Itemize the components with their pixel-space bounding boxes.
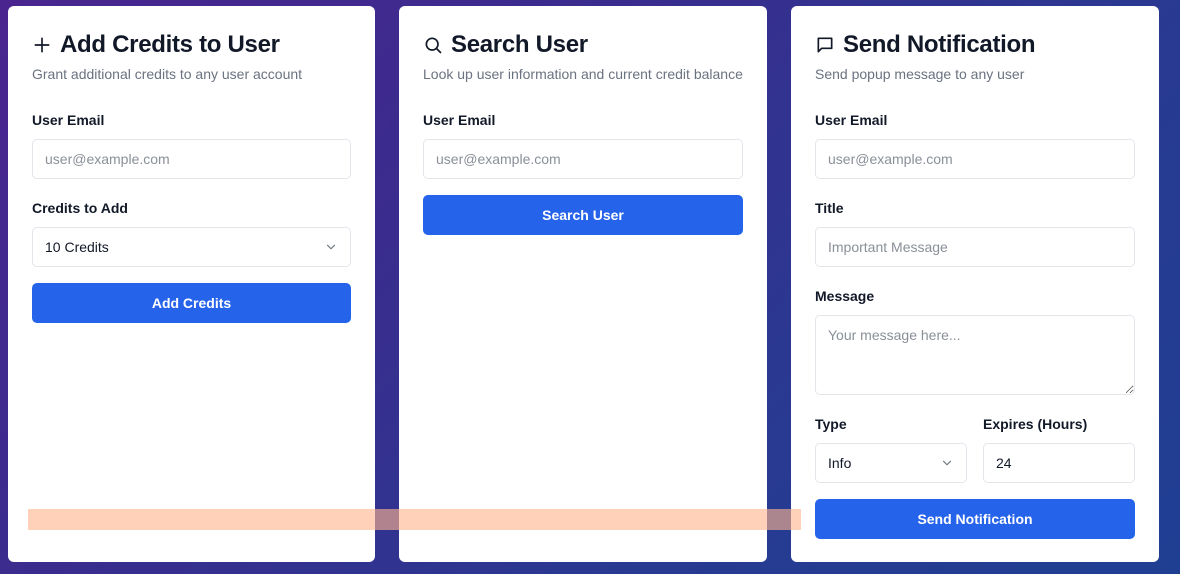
notification-message-textarea[interactable]: [815, 315, 1135, 395]
expires-hours-input[interactable]: [983, 443, 1135, 483]
send-notification-button[interactable]: Send Notification: [815, 499, 1135, 539]
chevron-down-icon: [942, 460, 952, 466]
search-user-email-input[interactable]: [423, 139, 743, 179]
message-square-icon: [817, 37, 833, 53]
search-user-description: Look up user information and current cre…: [423, 66, 743, 82]
expires-hours-label: Expires (Hours): [983, 416, 1088, 432]
notification-type-label: Type: [815, 416, 847, 432]
add-credits-email-label: User Email: [32, 112, 105, 128]
send-notification-title: Send Notification: [843, 31, 1036, 58]
credits-select-value: 10 Credits: [45, 239, 109, 255]
search-user-card: Search User Look up user information and…: [399, 6, 767, 562]
expires-column: Expires (Hours): [983, 416, 1135, 483]
credits-select[interactable]: 10 Credits: [32, 227, 351, 267]
search-user-header: Search User: [423, 31, 743, 58]
type-column: Type Info: [815, 416, 967, 483]
search-user-email-label: User Email: [423, 112, 496, 128]
notification-message-label: Message: [815, 288, 875, 304]
search-icon: [425, 37, 442, 54]
add-credits-header: Add Credits to User: [32, 31, 351, 58]
send-notification-card: Send Notification Send popup message to …: [791, 6, 1159, 562]
add-credits-description: Grant additional credits to any user acc…: [32, 66, 303, 82]
add-credits-card: Add Credits to User Grant additional cre…: [8, 6, 375, 562]
notification-type-select[interactable]: Info: [815, 443, 967, 483]
add-credits-button[interactable]: Add Credits: [32, 283, 351, 323]
type-expires-row: Type Info Expires (Hours): [815, 416, 1135, 483]
plus-icon: [34, 37, 50, 53]
credits-to-add-label: Credits to Add: [32, 200, 128, 216]
notification-title-input[interactable]: [815, 227, 1135, 267]
search-user-button[interactable]: Search User: [423, 195, 743, 235]
send-notification-header: Send Notification: [815, 31, 1135, 58]
add-credits-title: Add Credits to User: [60, 31, 280, 58]
notification-email-label: User Email: [815, 112, 888, 128]
search-user-title: Search User: [451, 31, 588, 58]
notification-email-input[interactable]: [815, 139, 1135, 179]
notification-title-label: Title: [815, 200, 844, 216]
send-notification-description: Send popup message to any user: [815, 66, 1025, 82]
notification-type-value: Info: [828, 455, 852, 471]
chevron-down-icon: [326, 244, 336, 250]
add-credits-email-input[interactable]: [32, 139, 351, 179]
